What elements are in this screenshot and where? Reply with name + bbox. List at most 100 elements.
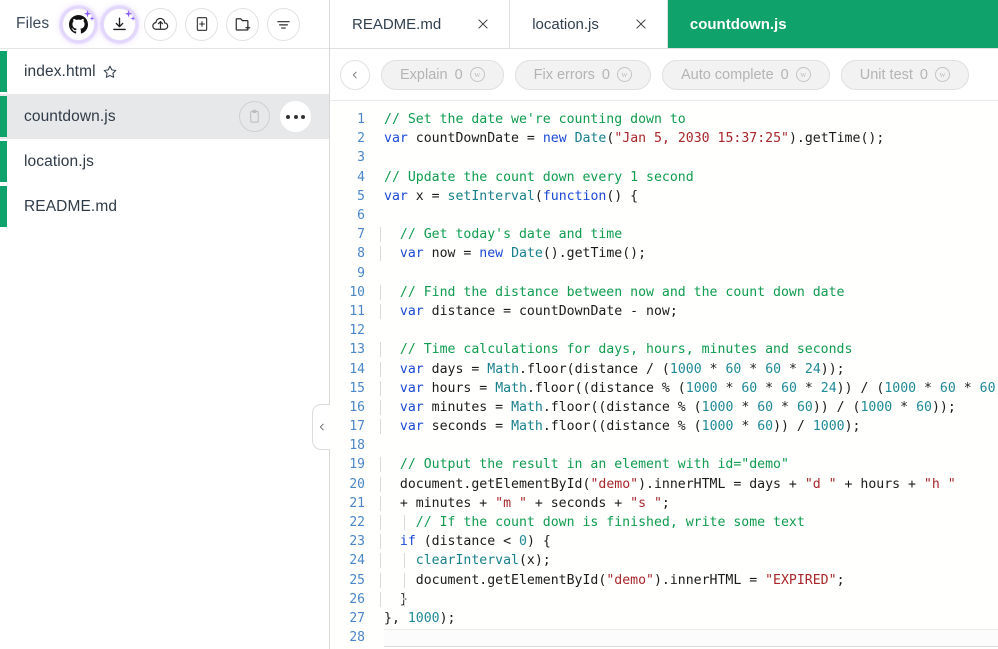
star-icon[interactable] xyxy=(102,64,118,80)
cloud-upload-icon-button[interactable] xyxy=(144,7,178,41)
code-token: )) / ( xyxy=(812,399,861,415)
code-line: 9 xyxy=(330,264,998,283)
code-token: .floor(distance / ( xyxy=(519,361,670,377)
code-token: 24 xyxy=(804,361,821,377)
code-line: 10 // Find the distance between now and … xyxy=(330,283,998,302)
code-token: Math xyxy=(511,419,543,435)
code-token: Date xyxy=(574,131,607,147)
code-line-text: var now = new Date().getTime(); xyxy=(372,246,998,262)
file-list-item[interactable]: countdown.js xyxy=(0,94,329,139)
file-list: index.html countdown.js location.js README.… xyxy=(0,49,329,649)
file-list-item[interactable]: index.html xyxy=(0,49,329,94)
code-line-text: var countDownDate = new Date("Jan 5, 203… xyxy=(372,131,998,146)
new-file-icon-button[interactable] xyxy=(185,7,219,41)
line-number: 24 xyxy=(349,553,365,569)
filter-icon-button[interactable] xyxy=(267,7,301,41)
code-line: 20 document.getElementById("demo").inner… xyxy=(330,475,998,494)
editor-tab[interactable]: README.md xyxy=(330,0,511,48)
code-token: x = xyxy=(407,188,448,204)
close-icon[interactable] xyxy=(475,16,491,32)
line-number: 11 xyxy=(349,303,365,319)
code-token: * xyxy=(916,380,940,396)
code-line-text: // Set the date we're counting down to xyxy=(372,112,998,127)
ai-action-label: Fix errors xyxy=(533,66,595,83)
ai-action-count: 0 xyxy=(454,66,463,83)
code-token: ().getTime(); xyxy=(542,246,647,262)
code-token: * xyxy=(773,399,797,415)
line-number: 18 xyxy=(349,438,365,454)
code-token: 1000 xyxy=(701,419,734,435)
code-token: // If the count down is finished, write … xyxy=(384,515,805,531)
code-line: 18 xyxy=(330,436,998,455)
code-line-text: var days = Math.floor(distance / (1000 *… xyxy=(372,361,998,377)
line-number: 2 xyxy=(357,131,365,147)
chevron-left-icon xyxy=(319,423,324,431)
ai-action-fix-errors-button[interactable]: Fix errors 0 w xyxy=(514,59,651,90)
code-editor[interactable]: 1// Set the date we're counting down to 2… xyxy=(330,101,998,649)
line-number: 26 xyxy=(349,591,365,607)
code-line: 16 var minutes = Math.floor((distance % … xyxy=(330,398,998,417)
credit-coin-icon: w xyxy=(616,67,632,82)
line-number: 14 xyxy=(349,361,365,377)
editor-tab[interactable]: countdown.js xyxy=(667,0,998,48)
code-token: // Set the date we're counting down to xyxy=(384,112,686,128)
code-token: * xyxy=(757,380,782,396)
editor-tab[interactable]: location.js xyxy=(510,0,668,48)
code-line: 23 if (distance < 0) { xyxy=(330,532,998,551)
code-token: minutes = xyxy=(423,399,512,415)
code-token: ) { xyxy=(526,534,551,550)
code-line-text: // Update the count down every 1 second xyxy=(372,170,998,185)
code-line: 17 var seconds = Math.floor((distance % … xyxy=(330,417,998,436)
ai-action-explain-button[interactable]: Explain 0 w xyxy=(381,59,504,90)
caret-line xyxy=(384,628,998,647)
code-token: .floor((distance % ( xyxy=(542,399,702,415)
code-token: Date xyxy=(511,246,543,262)
code-token: 1000 xyxy=(669,361,702,377)
code-token: "d " xyxy=(804,476,837,492)
line-number: 13 xyxy=(349,342,365,358)
line-number: 5 xyxy=(357,188,365,204)
line-number: 12 xyxy=(349,323,365,339)
line-number: 28 xyxy=(349,630,365,646)
editor-tab-bar: README.md location.js countdown.js xyxy=(330,0,998,49)
code-token: seconds = xyxy=(423,419,512,435)
more-options-button[interactable] xyxy=(280,101,311,132)
file-accent-bar xyxy=(0,141,7,182)
ai-action-auto-complete-button[interactable]: Auto complete 0 w xyxy=(661,59,830,90)
editor-tab-label: README.md xyxy=(352,15,442,33)
code-token: ).innerHTML = xyxy=(653,572,766,588)
code-token: hours = xyxy=(423,380,496,396)
code-token: "Jan 5, 2030 15:37:25" xyxy=(614,131,789,147)
line-number: 3 xyxy=(357,150,365,166)
code-token: ); xyxy=(439,610,456,626)
code-token: 60 xyxy=(796,399,813,415)
line-number: 20 xyxy=(349,476,365,492)
ellipsis-icon xyxy=(286,114,305,119)
github-icon-button[interactable] xyxy=(62,7,96,41)
code-token: 60 xyxy=(765,361,782,377)
close-icon[interactable] xyxy=(633,16,649,32)
code-token: 1000 xyxy=(860,399,893,415)
code-token: Math xyxy=(495,380,527,396)
code-token: 1000 xyxy=(407,610,440,626)
copy-icon-button[interactable] xyxy=(239,101,270,132)
download-icon-button[interactable] xyxy=(103,7,137,41)
line-number: 19 xyxy=(349,457,365,473)
code-token: var xyxy=(384,131,408,147)
line-number: 21 xyxy=(349,495,365,511)
chevron-left-icon xyxy=(352,71,357,78)
back-button[interactable] xyxy=(340,59,370,90)
file-list-item[interactable]: README.md xyxy=(0,184,329,229)
code-token: }, xyxy=(384,610,408,626)
code-token: * xyxy=(741,361,766,377)
credit-coin-icon: w xyxy=(935,67,950,82)
ai-action-bar: Explain 0 w Fix errors 0 w Auto complete 0 w Unit… xyxy=(330,49,998,101)
new-folder-icon-button[interactable] xyxy=(226,7,260,41)
collapse-panel-button[interactable] xyxy=(312,404,330,450)
line-number: 22 xyxy=(349,515,365,531)
file-list-item[interactable]: location.js xyxy=(0,139,329,184)
ai-action-unit-test-button[interactable]: Unit test 0 w xyxy=(840,59,969,90)
